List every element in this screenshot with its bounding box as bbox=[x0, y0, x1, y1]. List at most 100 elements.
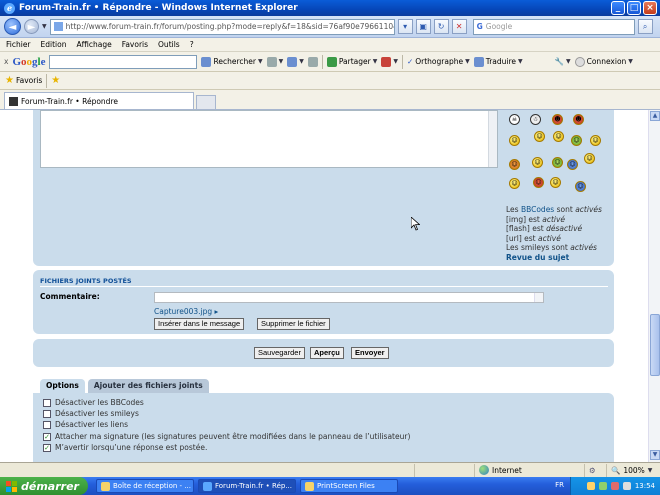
smiley-icon[interactable]: ☺ bbox=[567, 159, 578, 170]
clock[interactable]: 13:54 bbox=[635, 482, 655, 490]
smiley-icon[interactable]: ☺ bbox=[509, 135, 520, 146]
send-button[interactable]: Envoyer bbox=[351, 347, 389, 359]
toolbar-extra-button[interactable] bbox=[307, 56, 318, 67]
protected-mode[interactable]: ⚙ bbox=[584, 463, 606, 477]
tab-add-attachments[interactable]: Ajouter des fichiers joints bbox=[87, 379, 209, 393]
task-inbox[interactable]: Boîte de réception - ... bbox=[96, 479, 194, 493]
google-search-input[interactable] bbox=[49, 54, 198, 69]
language-indicator[interactable]: FR bbox=[555, 481, 564, 489]
tab-options[interactable]: Options bbox=[40, 379, 85, 393]
settings-icon: ⚙ bbox=[589, 465, 596, 475]
minimize-button[interactable]: _ bbox=[611, 1, 625, 15]
scroll-thumb[interactable] bbox=[650, 314, 660, 376]
smiley-icon[interactable]: ☺ bbox=[532, 157, 543, 168]
wrench-button[interactable]: 🔧 ▼ bbox=[555, 57, 571, 66]
smiley-icon[interactable]: ☺ bbox=[552, 157, 563, 168]
url-dropdown-button[interactable]: ▾ bbox=[397, 19, 413, 34]
tray-icon[interactable] bbox=[598, 482, 607, 490]
menu-favoris[interactable]: Favoris bbox=[122, 40, 148, 49]
comment-input[interactable] bbox=[154, 292, 544, 303]
smiley-icon[interactable]: ☺ bbox=[550, 177, 561, 188]
smiley-icon[interactable]: ☺ bbox=[584, 153, 595, 164]
smiley-icon[interactable]: ☺ bbox=[534, 131, 545, 142]
scroll-down-arrow[interactable]: ▼ bbox=[650, 450, 660, 460]
smiley-icon[interactable]: ☺ bbox=[571, 135, 582, 146]
tray-icon[interactable] bbox=[610, 482, 619, 490]
favorites-separator bbox=[46, 73, 48, 88]
disable-bbcode-checkbox[interactable] bbox=[43, 398, 51, 407]
share-button[interactable]: Partager ▼ bbox=[326, 56, 377, 67]
message-textarea[interactable] bbox=[40, 110, 498, 168]
toolbar-page-button[interactable]: ▼ bbox=[266, 56, 283, 67]
favorites-button[interactable]: ★ Favoris bbox=[5, 75, 42, 86]
page-scrollbar[interactable]: ▲ ▼ bbox=[648, 110, 660, 462]
spellcheck-button[interactable]: ✓ Orthographe ▼ bbox=[407, 57, 470, 66]
back-button[interactable]: ◄ bbox=[4, 18, 21, 35]
browser-tab[interactable]: Forum-Train.fr • Répondre bbox=[4, 92, 194, 109]
smiley-icon[interactable]: ☺ bbox=[575, 181, 586, 192]
menu-outils[interactable]: Outils bbox=[158, 40, 180, 49]
tray-icon[interactable] bbox=[622, 482, 631, 490]
disable-links-checkbox[interactable] bbox=[43, 420, 51, 429]
compat-view-button[interactable]: ▣ bbox=[415, 19, 431, 34]
google-toolbar-close-icon[interactable]: x bbox=[4, 57, 8, 66]
smiley-icon[interactable]: ☺ bbox=[553, 131, 564, 142]
scroll-up-arrow[interactable]: ▲ bbox=[650, 111, 660, 121]
search-go-button[interactable]: ⌕ bbox=[637, 19, 653, 34]
task-browser[interactable]: Forum-Train.fr • Rép... bbox=[198, 479, 296, 493]
toolbar-separator bbox=[401, 54, 403, 69]
tray-icon[interactable] bbox=[586, 482, 595, 490]
add-favorite-icon[interactable]: ★ bbox=[51, 75, 60, 86]
insert-in-message-button[interactable]: Insérer dans le message bbox=[154, 318, 245, 330]
textarea-scrollbar[interactable] bbox=[488, 111, 497, 167]
option-disable-bbcode[interactable]: Désactiver les BBCodes bbox=[43, 398, 144, 407]
topic-review-link[interactable]: Revue du sujet bbox=[506, 253, 569, 262]
connect-button[interactable]: Connexion ▼ bbox=[574, 56, 633, 67]
smiley-icon[interactable]: ☺ bbox=[533, 177, 544, 188]
smiley-icon[interactable]: ☻ bbox=[552, 114, 563, 125]
history-dropdown-icon[interactable]: ▼ bbox=[42, 23, 47, 30]
menu-affichage[interactable]: Affichage bbox=[76, 40, 111, 49]
option-disable-links[interactable]: Désactiver les liens bbox=[43, 420, 128, 429]
web-search-input[interactable]: G Google bbox=[472, 18, 635, 35]
url-input[interactable]: http://www.forum-train.fr/forum/posting.… bbox=[49, 18, 395, 35]
comment-label: Commentaire: bbox=[40, 292, 100, 301]
maximize-button[interactable]: □ bbox=[627, 1, 641, 15]
toolbar-bookmark-button[interactable]: ▼ bbox=[287, 56, 304, 67]
smiley-icon[interactable]: ☺ bbox=[590, 135, 601, 146]
attach-signature-checkbox[interactable]: ✓ bbox=[43, 432, 51, 441]
disable-smileys-checkbox[interactable] bbox=[43, 409, 51, 418]
refresh-button[interactable]: ↻ bbox=[433, 19, 449, 34]
option-notify-reply[interactable]: ✓ M’avertir lorsqu’une réponse est posté… bbox=[43, 443, 207, 452]
smiley-icon[interactable]: ☺ bbox=[509, 159, 520, 170]
toolbar-flag-button[interactable]: ▼ bbox=[381, 56, 398, 67]
google-search-button[interactable]: Rechercher ▼ bbox=[201, 56, 263, 67]
bbcodes-link[interactable]: BBCodes bbox=[521, 205, 554, 214]
comment-scrollbar[interactable] bbox=[534, 293, 543, 302]
preview-button[interactable]: Aperçu bbox=[310, 347, 344, 359]
option-attach-signature[interactable]: ✓ Attacher ma signature (les signatures … bbox=[43, 432, 410, 441]
save-draft-button[interactable]: Sauvegarder bbox=[254, 347, 305, 359]
close-window-button[interactable]: × bbox=[643, 1, 657, 15]
stop-button[interactable]: ✕ bbox=[451, 19, 467, 34]
option-disable-smileys[interactable]: Désactiver les smileys bbox=[43, 409, 139, 418]
delete-file-button[interactable]: Supprimer le fichier bbox=[257, 318, 330, 330]
smiley-icon[interactable]: ☻ bbox=[573, 114, 584, 125]
forward-button[interactable]: ► bbox=[24, 19, 39, 34]
options-tabs: Options Ajouter des fichiers joints bbox=[40, 379, 209, 393]
new-tab-button[interactable] bbox=[196, 95, 216, 109]
page-favicon-icon bbox=[53, 22, 63, 31]
notify-reply-checkbox[interactable]: ✓ bbox=[43, 443, 51, 452]
zoom-control[interactable]: 🔍 100% ▼ bbox=[606, 463, 660, 477]
mail-icon bbox=[101, 481, 110, 491]
start-button[interactable]: démarrer bbox=[0, 477, 88, 495]
smiley-icon[interactable]: ☺ bbox=[509, 178, 520, 189]
menu-fichier[interactable]: Fichier bbox=[6, 40, 31, 49]
smiley-icon[interactable]: ☃ bbox=[530, 114, 541, 125]
smiley-icon[interactable]: ☠ bbox=[509, 114, 520, 125]
attachment-file-link[interactable]: Capture003.jpg ▸ bbox=[154, 307, 218, 316]
translate-button[interactable]: Traduire ▼ bbox=[473, 56, 523, 67]
menu-help[interactable]: ? bbox=[190, 40, 194, 49]
task-printscreen[interactable]: PrintScreen Files bbox=[300, 479, 398, 493]
menu-edition[interactable]: Edition bbox=[41, 40, 67, 49]
